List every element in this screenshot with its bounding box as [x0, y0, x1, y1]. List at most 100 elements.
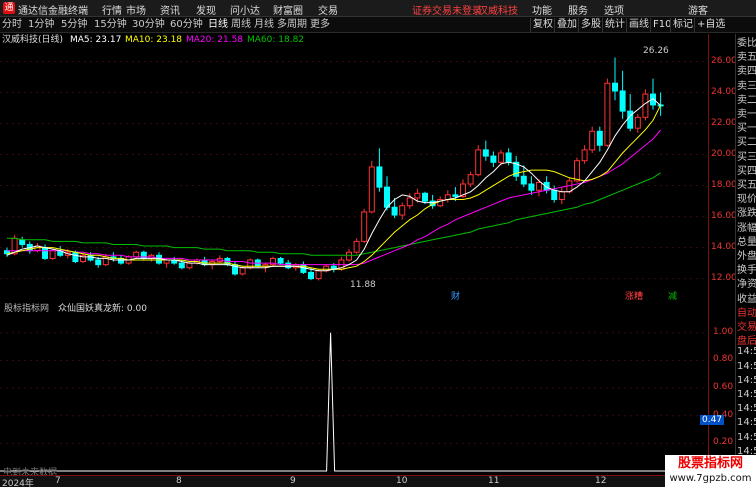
y-axis: 26.00 24.00 22.00 20.00 18.00 16.00 14.00 12.00… [708, 34, 737, 480]
button-draw[interactable]: 画线 [626, 18, 649, 32]
candle-body [581, 149, 588, 162]
x-tick-label: 10 [396, 476, 408, 486]
side-panel-item[interactable]: 14:5 [737, 432, 756, 443]
side-panel-item[interactable]: 卖一 [737, 105, 756, 120]
side-panel-item[interactable]: 涨跌 [737, 204, 756, 219]
menu-item-ask[interactable]: 问小达 [230, 2, 260, 17]
y-tick-label: 14.00 [711, 241, 737, 252]
candle-body [642, 93, 649, 118]
candle-body [528, 183, 535, 191]
menu-item-market[interactable]: 市场 [126, 2, 146, 17]
side-panel-item[interactable]: 卖二 [737, 91, 756, 106]
side-panel-item[interactable]: 现价 [737, 190, 756, 205]
menu-item-trade[interactable]: 交易 [318, 2, 338, 17]
user-guest[interactable]: 游客 [688, 2, 708, 17]
side-panel-item[interactable]: 卖五 [737, 48, 756, 63]
y-tick-label: 16.00 [711, 210, 737, 221]
menu-bar: 通 通达信金融终端 行情 市场 资讯 发现 问小达 财富圈 交易 证券交易未登录… [0, 0, 756, 17]
candle-body [72, 251, 79, 263]
tab-15min[interactable]: 15分钟 [94, 18, 127, 32]
candle-body [315, 270, 322, 280]
candle-body [42, 247, 48, 259]
button-mark[interactable]: 标记 [670, 18, 693, 32]
candle-body [19, 239, 26, 245]
menu-item-quote[interactable]: 行情 [102, 2, 122, 17]
side-panel-item[interactable]: 买二 [737, 133, 756, 148]
tab-monthly[interactable]: 月线 [254, 18, 274, 32]
side-panel-item[interactable]: 盘后 [737, 332, 756, 347]
tab-1min[interactable]: 1分钟 [28, 18, 54, 32]
x-tick-label: 9 [290, 476, 296, 486]
button-statistics[interactable]: 统计 [602, 18, 625, 32]
side-panel-item[interactable]: 总量 [737, 233, 756, 248]
tab-daily[interactable]: 日线 [208, 18, 228, 32]
candle-body [452, 194, 459, 197]
tab-intraday[interactable]: 分时 [2, 18, 22, 32]
menu-item-function[interactable]: 功能 [532, 2, 552, 17]
button-overlay[interactable]: 叠加 [554, 18, 577, 32]
side-panel-item[interactable]: 换手 [737, 261, 756, 276]
y-tick-label: 0.80 [713, 354, 734, 365]
x-tick-label: 11 [488, 476, 500, 486]
tab-more[interactable]: 更多 [310, 18, 330, 32]
tab-60min[interactable]: 60分钟 [170, 18, 203, 32]
side-panel-item[interactable]: 委比 [737, 34, 756, 49]
side-panel-item[interactable]: 14:5 [737, 375, 756, 386]
menu-item-wealth[interactable]: 财富圈 [273, 2, 303, 17]
side-panel-item[interactable]: 自动 [737, 304, 756, 319]
candle-body [368, 166, 375, 213]
period-toolbar: 分时 1分钟 5分钟 15分钟 30分钟 60分钟 日线 周线 月线 多周期 更… [0, 17, 756, 33]
candle-body [612, 82, 618, 92]
candle-body [505, 152, 512, 163]
y-tick-label: 12.00 [711, 272, 737, 283]
menu-item-news[interactable]: 资讯 [160, 2, 180, 17]
side-panel-item[interactable]: 14:5 [737, 389, 756, 400]
candle-body [627, 110, 634, 129]
candle-body [604, 82, 611, 146]
candle-body [140, 251, 147, 259]
indicator-source: 股标指标网 [4, 304, 50, 314]
side-panel-item[interactable]: 买五 [737, 176, 756, 191]
side-panel-item[interactable]: 买四 [737, 162, 756, 177]
menu-item-service[interactable]: 服务 [568, 2, 588, 17]
indicator-line [0, 332, 708, 472]
tab-30min[interactable]: 30分钟 [132, 18, 165, 32]
watermark-url: www.7gpzb.com [669, 473, 752, 484]
side-panel-item[interactable]: 卖三 [737, 77, 756, 92]
candle-body [634, 116, 641, 129]
side-panel-item[interactable]: 卖四 [737, 62, 756, 77]
tab-weekly[interactable]: 周线 [231, 18, 251, 32]
high-price-label: 26.26 [643, 46, 669, 56]
tab-5min[interactable]: 5分钟 [61, 18, 87, 32]
button-f10[interactable]: F10 [650, 18, 671, 32]
candle-body [186, 262, 193, 269]
candle-body [399, 205, 406, 216]
side-panel-item[interactable]: 交易 [737, 318, 756, 333]
indicator-chart[interactable] [0, 315, 708, 475]
candle-body [391, 206, 398, 216]
menu-item-discover[interactable]: 发现 [196, 2, 216, 17]
button-adjust[interactable]: 复权 [530, 18, 553, 32]
tab-multi-period[interactable]: 多周期 [277, 18, 307, 32]
menu-item-options[interactable]: 选项 [604, 2, 624, 17]
side-panel-item[interactable]: 外盘 [737, 247, 756, 262]
side-panel-item[interactable]: 净资 [737, 275, 756, 290]
side-panel-item[interactable]: 14:5 [737, 403, 756, 414]
candle-body [346, 251, 352, 261]
side-panel-item[interactable]: 14:5 [737, 346, 756, 357]
button-multi-stock[interactable]: 多股 [578, 18, 601, 32]
event-reduce-label: 减 [668, 292, 678, 302]
candle-body [133, 251, 140, 258]
side-panel-item[interactable]: 买一 [737, 119, 756, 134]
y-tick-label: 18.00 [711, 179, 737, 190]
candle-body [384, 186, 390, 208]
candlestick-chart[interactable] [0, 46, 708, 291]
login-notice[interactable]: 证券交易未登录 [412, 2, 482, 17]
event-limit-label: 涨糟 [625, 292, 644, 302]
side-panel-item[interactable]: 买三 [737, 148, 756, 163]
button-add-favorite[interactable]: +自选 [694, 18, 725, 32]
side-panel-item[interactable]: 收益 [737, 290, 756, 305]
side-panel-item[interactable]: 14:5 [737, 417, 756, 428]
side-panel-item[interactable]: 涨幅 [737, 219, 756, 234]
side-panel-item[interactable]: 14:5 [737, 361, 756, 372]
